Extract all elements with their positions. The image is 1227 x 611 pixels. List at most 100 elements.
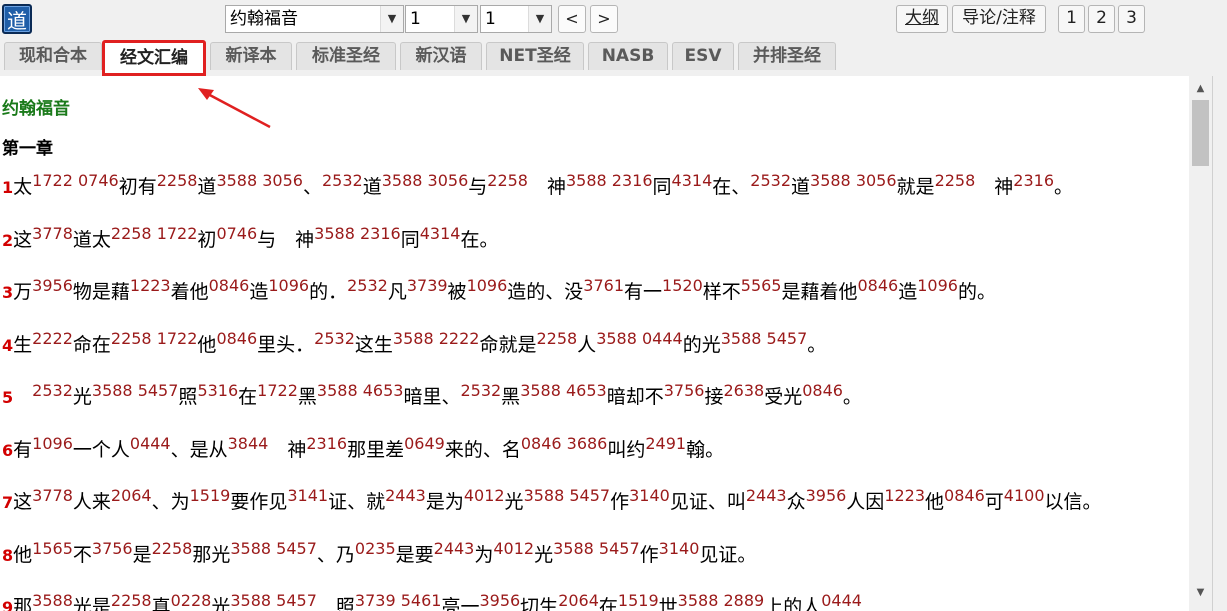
strongs-number[interactable]: 2491: [645, 434, 686, 453]
strongs-number[interactable]: 1096: [268, 276, 309, 295]
strongs-number[interactable]: 0846: [209, 276, 250, 295]
page-button-3[interactable]: 3: [1118, 5, 1145, 33]
verse-number[interactable]: 6: [2, 441, 13, 460]
tab-nasb[interactable]: NASB: [588, 42, 668, 70]
strongs-number[interactable]: 2064: [111, 486, 152, 505]
verse-number[interactable]: 4: [2, 336, 13, 355]
next-chapter-button[interactable]: >: [590, 5, 618, 33]
strongs-number[interactable]: 0228: [171, 591, 212, 610]
strongs-number[interactable]: 3141: [287, 486, 328, 505]
strongs-number[interactable]: 2258: [157, 171, 198, 190]
strongs-number[interactable]: 3956: [806, 486, 847, 505]
scrollbar-thumb[interactable]: [1192, 100, 1209, 166]
strongs-number[interactable]: 0746: [216, 224, 257, 243]
strongs-number[interactable]: 3739: [407, 276, 448, 295]
tab-cunp[interactable]: 现和合本: [4, 42, 102, 70]
strongs-number[interactable]: 2064: [558, 591, 599, 610]
strongs-number[interactable]: 3956: [32, 276, 73, 295]
strongs-number[interactable]: 2258: [536, 329, 577, 348]
strongs-number[interactable]: 2532: [750, 171, 791, 190]
strongs-number[interactable]: 1520: [662, 276, 703, 295]
strongs-number[interactable]: 2532: [314, 329, 355, 348]
strongs-number[interactable]: 2316: [1013, 171, 1054, 190]
strongs-number[interactable]: 0846: [216, 329, 257, 348]
strongs-number[interactable]: 0235: [355, 539, 396, 558]
strongs-number[interactable]: 3588 5457: [721, 329, 808, 348]
strongs-number[interactable]: 0649: [404, 434, 445, 453]
strongs-number[interactable]: 1223: [884, 486, 925, 505]
strongs-number[interactable]: 3588 2889: [678, 591, 765, 610]
page-button-2[interactable]: 2: [1088, 5, 1115, 33]
strongs-number[interactable]: 4100: [1004, 486, 1045, 505]
strongs-number[interactable]: 3588 2316: [566, 171, 653, 190]
strongs-number[interactable]: 4012: [464, 486, 505, 505]
strongs-number[interactable]: 2532: [347, 276, 388, 295]
strongs-number[interactable]: 3588 2316: [314, 224, 401, 243]
verse-number[interactable]: 5: [2, 388, 13, 407]
strongs-number[interactable]: 2316: [306, 434, 347, 453]
strongs-number[interactable]: 3588 3056: [810, 171, 897, 190]
verse-select[interactable]: 1 ▼: [480, 5, 552, 33]
strongs-number[interactable]: 2443: [385, 486, 426, 505]
verse-number[interactable]: 8: [2, 546, 13, 565]
strongs-number[interactable]: 1722 0746: [32, 171, 119, 190]
strongs-number[interactable]: 3588 3056: [382, 171, 469, 190]
verse-number[interactable]: 2: [2, 231, 13, 250]
strongs-number[interactable]: 3588 2222: [393, 329, 480, 348]
strongs-number[interactable]: 3140: [629, 486, 670, 505]
strongs-number[interactable]: 2258: [935, 171, 976, 190]
book-select[interactable]: 约翰福音 ▼: [225, 5, 404, 33]
strongs-number[interactable]: 4012: [493, 539, 534, 558]
verse-number[interactable]: 1: [2, 178, 13, 197]
tab-concordance[interactable]: 经文汇编: [102, 40, 206, 76]
strongs-number[interactable]: 2222: [32, 329, 73, 348]
strongs-number[interactable]: 3588: [32, 591, 73, 610]
strongs-number[interactable]: 0846: [944, 486, 985, 505]
strongs-number[interactable]: 2258: [152, 539, 193, 558]
strongs-number[interactable]: 5565: [741, 276, 782, 295]
tab-esv[interactable]: ESV: [672, 42, 734, 70]
verse-number[interactable]: 3: [2, 283, 13, 302]
strongs-number[interactable]: 2443: [434, 539, 475, 558]
strongs-number[interactable]: 3844: [228, 434, 269, 453]
prev-chapter-button[interactable]: <: [558, 5, 586, 33]
strongs-number[interactable]: 3588 4653: [317, 381, 404, 400]
strongs-number[interactable]: 3739 5461: [355, 591, 442, 610]
app-logo-button[interactable]: 道: [2, 4, 32, 34]
strongs-number[interactable]: 2532: [460, 381, 501, 400]
strongs-number[interactable]: 1223: [130, 276, 171, 295]
tab-csb[interactable]: 标准圣经: [296, 42, 396, 70]
strongs-number[interactable]: 2443: [746, 486, 787, 505]
strongs-number[interactable]: 2638: [723, 381, 764, 400]
verse-number[interactable]: 7: [2, 493, 13, 512]
strongs-number[interactable]: 3588 5457: [230, 591, 317, 610]
intro-notes-button[interactable]: 导论/注释: [952, 5, 1046, 33]
strongs-number[interactable]: 1722: [257, 381, 298, 400]
strongs-number[interactable]: 3756: [92, 539, 133, 558]
strongs-number[interactable]: 3588 5457: [230, 539, 317, 558]
scroll-up-icon[interactable]: ▲: [1189, 80, 1212, 98]
strongs-number[interactable]: 4314: [672, 171, 713, 190]
strongs-number[interactable]: 1096: [32, 434, 73, 453]
tab-ccb[interactable]: 新汉语: [400, 42, 482, 70]
strongs-number[interactable]: 3588 5457: [92, 381, 179, 400]
strongs-number[interactable]: 1519: [618, 591, 659, 610]
strongs-number[interactable]: 2532: [32, 381, 73, 400]
strongs-number[interactable]: 2258 1722: [111, 329, 198, 348]
strongs-number[interactable]: 3588 5457: [524, 486, 611, 505]
strongs-number[interactable]: 3778: [32, 486, 73, 505]
strongs-number[interactable]: 1096: [467, 276, 508, 295]
strongs-number[interactable]: 3778: [32, 224, 73, 243]
strongs-number[interactable]: 0846: [858, 276, 899, 295]
scroll-down-icon[interactable]: ▼: [1189, 584, 1212, 602]
strongs-number[interactable]: 3588 0444: [596, 329, 683, 348]
strongs-number[interactable]: 1565: [32, 539, 73, 558]
strongs-number[interactable]: 3761: [583, 276, 624, 295]
chapter-select[interactable]: 1 ▼: [405, 5, 478, 33]
strongs-number[interactable]: 0846: [802, 381, 843, 400]
strongs-number[interactable]: 0444: [130, 434, 171, 453]
tab-ncv[interactable]: 新译本: [210, 42, 292, 70]
strongs-number[interactable]: 3956: [479, 591, 520, 610]
strongs-number[interactable]: 3588 3056: [216, 171, 303, 190]
strongs-number[interactable]: 1519: [190, 486, 231, 505]
